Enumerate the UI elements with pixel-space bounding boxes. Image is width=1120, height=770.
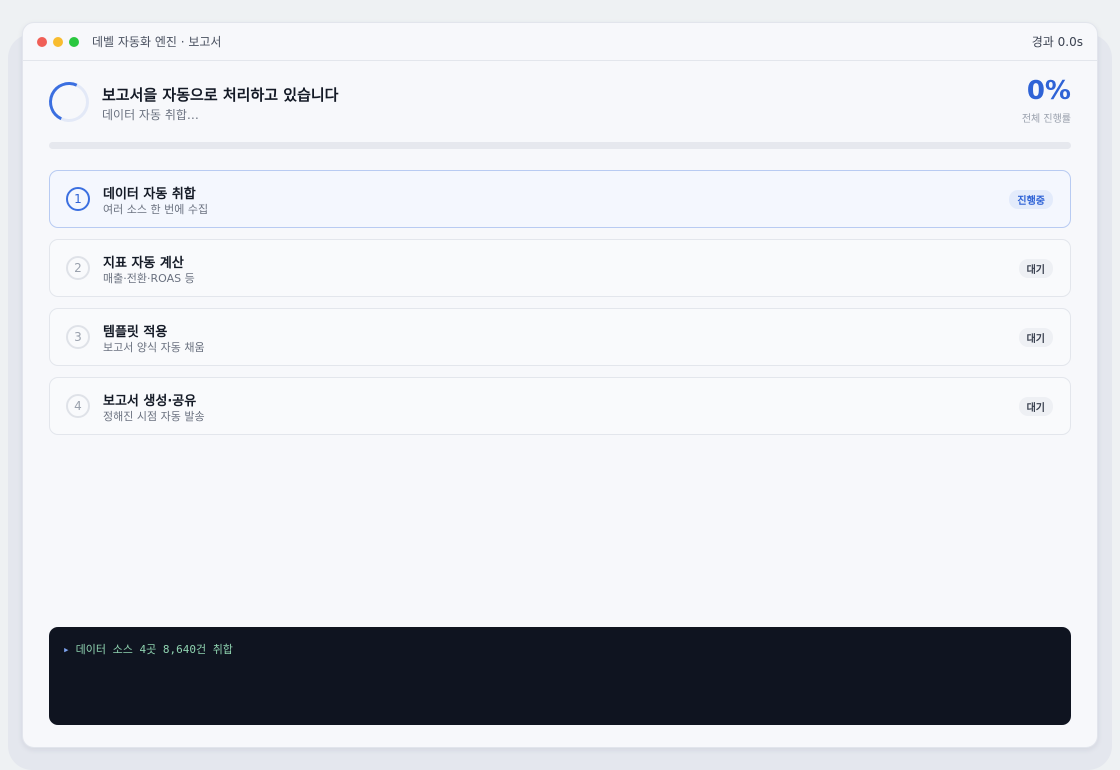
log-text: 데이터 소스 4곳 8,640건 취합 [75,643,233,656]
step-card: 2 지표 자동 계산 매출·전환·ROAS 등 대기 [49,239,1071,297]
overall-progress-bar [49,142,1071,149]
status-badge: 대기 [1018,397,1053,416]
step-number: 3 [66,325,90,349]
overall-percent-label: 전체 진행률 [1021,114,1071,125]
step-description: 정해진 시점 자동 발송 [103,410,205,423]
step-description: 보고서 양식 자동 채움 [103,341,205,354]
step-list: 1 데이터 자동 취합 여러 소스 한 번에 수집 진행중 2 지표 자동 계산… [49,170,1071,446]
step-title: 데이터 자동 취합 [103,187,196,202]
status-badge: 대기 [1018,259,1053,278]
status-badge: 대기 [1018,328,1053,347]
step-number: 1 [66,187,90,211]
log-arrow-icon: ▸ [63,643,70,656]
step-number: 4 [66,394,90,418]
log-console[interactable]: ▸ 데이터 소스 4곳 8,640건 취합 [49,627,1071,725]
current-step-text: 데이터 자동 취합… [102,108,199,122]
step-card: 4 보고서 생성·공유 정해진 시점 자동 발송 대기 [49,377,1071,435]
step-title: 보고서 생성·공유 [103,394,197,409]
step-description: 매출·전환·ROAS 등 [103,272,195,285]
overall-percent: 0% [1026,76,1071,106]
progress-header: 보고서을 자동으로 처리하고 있습니다 데이터 자동 취합… 0% 전체 진행률 [43,76,1071,132]
step-number: 2 [66,256,90,280]
step-card: 3 템플릿 적용 보고서 양식 자동 채움 대기 [49,308,1071,366]
log-line: ▸ 데이터 소스 4곳 8,640건 취합 [63,641,1057,657]
step-title: 템플릿 적용 [103,325,168,340]
status-badge: 진행중 [1009,190,1053,209]
step-description: 여러 소스 한 번에 수집 [103,203,209,216]
loading-spinner-icon [43,76,95,128]
step-title: 지표 자동 계산 [103,256,184,271]
step-card: 1 데이터 자동 취합 여러 소스 한 번에 수집 진행중 [49,170,1071,228]
page-title: 보고서을 자동으로 처리하고 있습니다 [102,86,339,104]
